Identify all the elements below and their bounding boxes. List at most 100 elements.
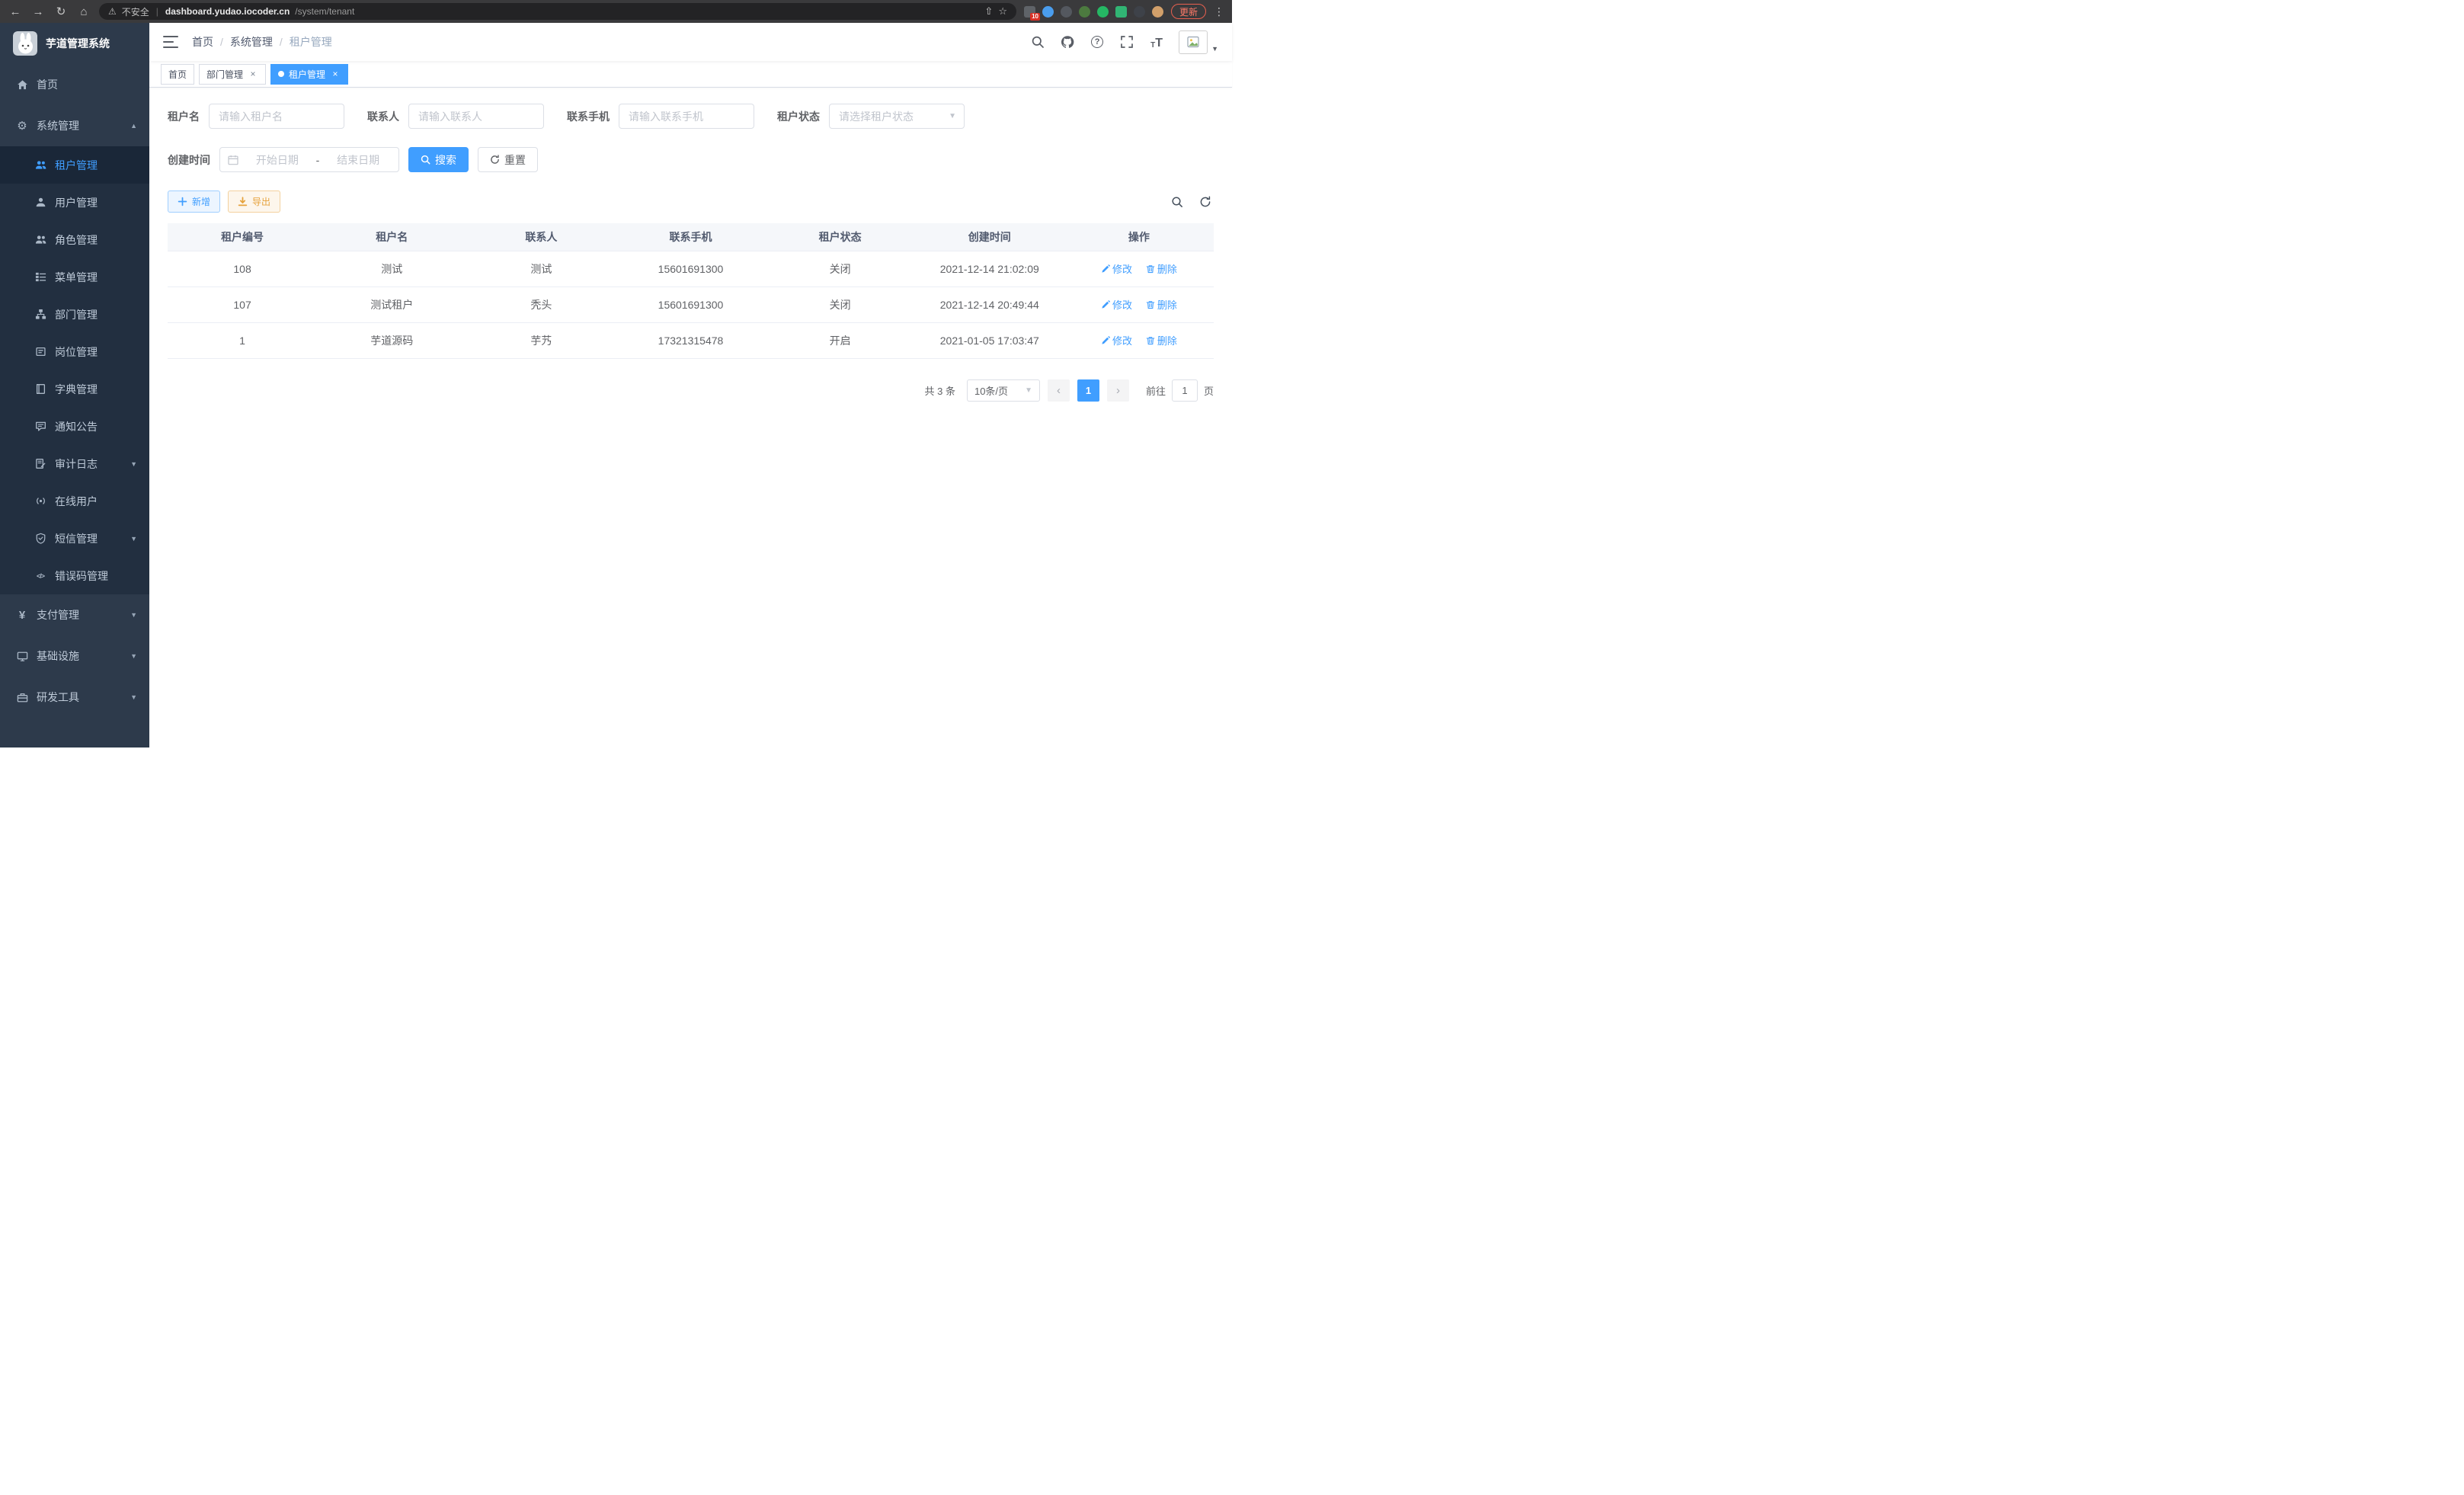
- sidebar-item-menu[interactable]: 菜单管理: [0, 258, 149, 296]
- extension-icon[interactable]: [1061, 6, 1072, 18]
- sidebar-item-notice[interactable]: 通知公告: [0, 408, 149, 445]
- extension-icon[interactable]: [1042, 6, 1054, 18]
- delete-link[interactable]: 删除: [1146, 333, 1177, 347]
- col-actions: 操作: [1064, 223, 1214, 251]
- browser-menu-icon[interactable]: ⋮: [1214, 5, 1224, 18]
- sidebar-item-devtools[interactable]: 研发工具 ▼: [0, 677, 149, 718]
- prev-page-button[interactable]: ‹: [1048, 379, 1070, 402]
- pagination-total: 共 3 条: [925, 383, 955, 398]
- share-icon[interactable]: ⇧: [984, 5, 993, 18]
- tab-tenant[interactable]: 租户管理 ×: [270, 64, 348, 85]
- close-icon[interactable]: ×: [330, 69, 341, 79]
- sidebar-item-sms[interactable]: 短信管理 ▼: [0, 520, 149, 557]
- breadcrumb-home[interactable]: 首页: [192, 34, 213, 50]
- sidebar-item-system[interactable]: ⚙ 系统管理 ▲: [0, 105, 149, 146]
- app-logo[interactable]: 芋道管理系统: [0, 23, 149, 64]
- contact-input[interactable]: [408, 104, 544, 129]
- status-select[interactable]: 请选择租户状态 ▼: [829, 104, 965, 129]
- table-row: 108 测试 测试 15601691300 关闭 2021-12-14 21:0…: [168, 251, 1214, 287]
- url-domain: dashboard.yudao.iocoder.cn: [165, 6, 290, 17]
- font-size-icon[interactable]: TT: [1149, 34, 1164, 50]
- chevron-down-icon: ▼: [130, 693, 137, 701]
- sidebar-item-infra[interactable]: 基础设施 ▼: [0, 635, 149, 677]
- tab-home[interactable]: 首页: [161, 64, 194, 85]
- browser-toolbar: ← → ↻ ⌂ ⚠ 不安全 | dashboard.yudao.iocoder.…: [0, 0, 1232, 23]
- sidebar-item-user[interactable]: 用户管理: [0, 184, 149, 221]
- search-button[interactable]: 搜索: [408, 147, 469, 172]
- search-icon[interactable]: [1030, 34, 1045, 50]
- cell-created: 2021-12-14 21:02:09: [915, 251, 1064, 287]
- sidebar-item-tenant[interactable]: 租户管理: [0, 146, 149, 184]
- sidebar-item-payment[interactable]: ¥ 支付管理 ▼: [0, 594, 149, 635]
- menu-list-icon: [34, 271, 46, 283]
- phone-input[interactable]: [619, 104, 754, 129]
- add-button[interactable]: 新增: [168, 190, 220, 213]
- url-bar[interactable]: ⚠ 不安全 | dashboard.yudao.iocoder.cn /syst…: [99, 3, 1016, 20]
- status-label: 租户状态: [777, 109, 820, 124]
- browser-update-button[interactable]: 更新: [1171, 4, 1206, 19]
- sidebar-item-error-code[interactable]: </> 错误码管理: [0, 557, 149, 594]
- tenant-name-input[interactable]: [209, 104, 344, 129]
- browser-forward-button[interactable]: →: [30, 5, 46, 18]
- search-toggle-icon[interactable]: [1169, 194, 1186, 210]
- page-size-value: 10条/页: [974, 383, 1008, 398]
- gear-icon: ⚙: [16, 120, 28, 132]
- extension-icon[interactable]: [1097, 6, 1109, 18]
- cell-phone: 15601691300: [616, 287, 765, 322]
- cell-phone: 15601691300: [616, 251, 765, 287]
- extension-icon[interactable]: [1079, 6, 1090, 18]
- edit-link[interactable]: 修改: [1101, 297, 1132, 312]
- sidebar-item-label: 研发工具: [37, 690, 79, 705]
- create-time-range-picker[interactable]: 开始日期 - 结束日期: [219, 147, 399, 172]
- date-range-separator: -: [316, 154, 320, 166]
- sidebar-item-post[interactable]: 岗位管理: [0, 333, 149, 370]
- browser-back-button[interactable]: ←: [8, 5, 23, 18]
- breadcrumb-separator: /: [220, 36, 223, 48]
- security-label: 不安全: [122, 5, 149, 18]
- goto-page-input[interactable]: [1172, 379, 1198, 402]
- extension-icon[interactable]: [1115, 6, 1127, 18]
- search-button-label: 搜索: [435, 152, 456, 168]
- tab-dept[interactable]: 部门管理 ×: [199, 64, 266, 85]
- breadcrumb-current: 租户管理: [290, 34, 332, 50]
- sidebar-collapse-button[interactable]: [163, 36, 178, 48]
- bookmark-star-icon[interactable]: ☆: [998, 5, 1007, 18]
- sidebar-item-dept[interactable]: 部门管理: [0, 296, 149, 333]
- refresh-icon[interactable]: [1197, 194, 1214, 210]
- close-icon[interactable]: ×: [248, 69, 258, 79]
- github-icon[interactable]: [1060, 34, 1075, 50]
- breadcrumb-system[interactable]: 系统管理: [230, 34, 273, 50]
- help-icon[interactable]: ?: [1090, 34, 1105, 50]
- cell-tenant-name: 测试租户: [317, 287, 466, 322]
- audit-log-icon: [34, 458, 46, 470]
- sidebar-item-audit-log[interactable]: 审计日志 ▼: [0, 445, 149, 482]
- edit-link[interactable]: 修改: [1101, 261, 1132, 276]
- next-page-button[interactable]: ›: [1107, 379, 1129, 402]
- sidebar-item-dict[interactable]: 字典管理: [0, 370, 149, 408]
- extension-icon[interactable]: [1134, 6, 1145, 18]
- sidebar-item-home[interactable]: 首页: [0, 64, 149, 105]
- extension-icon[interactable]: [1152, 6, 1163, 18]
- export-button[interactable]: 导出: [228, 190, 280, 213]
- sidebar-item-role[interactable]: 角色管理: [0, 221, 149, 258]
- sidebar-item-label: 岗位管理: [55, 344, 98, 360]
- page-number-button[interactable]: 1: [1077, 379, 1099, 402]
- chevron-down-icon: ▼: [130, 652, 137, 660]
- edit-link[interactable]: 修改: [1101, 333, 1132, 347]
- user-avatar-menu[interactable]: ▼: [1179, 30, 1218, 54]
- delete-link[interactable]: 删除: [1146, 261, 1177, 276]
- chevron-down-icon: ▼: [130, 535, 137, 543]
- delete-link[interactable]: 删除: [1146, 297, 1177, 312]
- sidebar-item-online-users[interactable]: 在线用户: [0, 482, 149, 520]
- fullscreen-icon[interactable]: [1119, 34, 1134, 50]
- browser-refresh-button[interactable]: ↻: [53, 5, 69, 18]
- page-unit-label: 页: [1204, 383, 1214, 398]
- page-size-select[interactable]: 10条/页 ▼: [967, 379, 1040, 402]
- cell-actions: 修改 删除: [1064, 322, 1214, 358]
- table-row: 107 测试租户 秃头 15601691300 关闭 2021-12-14 20…: [168, 287, 1214, 322]
- cell-tenant-name: 芋道源码: [317, 322, 466, 358]
- update-label: 更新: [1179, 5, 1198, 18]
- extension-icon[interactable]: 10: [1024, 6, 1035, 18]
- browser-home-button[interactable]: ⌂: [76, 5, 91, 18]
- reset-button[interactable]: 重置: [478, 147, 538, 172]
